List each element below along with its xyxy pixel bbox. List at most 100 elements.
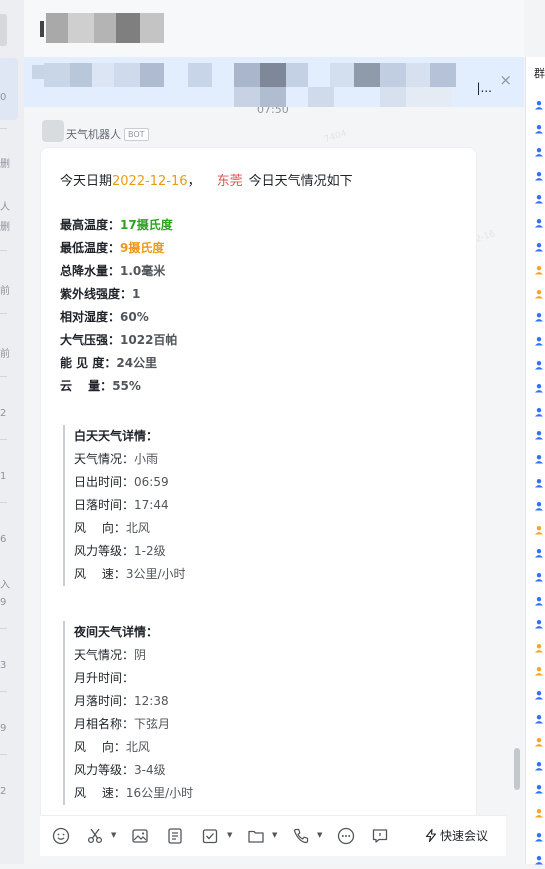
stat-label: 云 量： [60,379,113,393]
member-panel: 群 [525,57,545,865]
message-list: 2022-12-16 7404 2022-12-16 07:50 天气机器人BO… [24,107,524,864]
emoji-icon[interactable] [52,827,70,849]
night-details: 夜间天气详情： 天气情况：阴 月升时间： 月落时间：12:38 月相名称：下弦月… [63,621,445,805]
detail-row: 风 速：3公里/小时 [65,563,445,586]
message-bubble[interactable]: 今天日期2022-12-16， 东莞 今日天气情况如下 最高温度：17摄氏度 最低温… [40,147,477,829]
bot-badge: BOT [124,128,149,141]
rail-item[interactable]: 2 [0,408,10,419]
detail-row: 风力等级：1-2级 [65,540,445,563]
chevron-down-icon[interactable]: ▼ [111,831,116,839]
member-icon[interactable] [534,260,544,275]
rail-item[interactable]: 0 [0,92,10,103]
stat-row: 大气压强：1022百帕 [60,331,177,354]
detail-row: 日落时间：17:44 [65,494,445,517]
document-icon[interactable] [166,827,184,849]
more-icon[interactable] [337,827,355,849]
member-icon[interactable] [534,614,544,629]
member-icon[interactable] [534,779,544,794]
banner-more[interactable]: |... [477,81,493,95]
member-icon[interactable] [534,213,544,228]
member-icon[interactable] [534,520,544,535]
detail-value: 3-4级 [134,763,166,777]
redacted-banner [234,87,260,107]
rail-active-item[interactable] [0,58,18,120]
stat-row: 云 量：55% [60,377,177,400]
rail-item[interactable]: 1 [0,471,10,482]
chevron-down-icon[interactable]: ▼ [227,831,232,839]
redacted-banner [380,63,406,87]
close-icon[interactable]: × [499,71,512,89]
member-icon[interactable] [534,331,544,346]
member-icon[interactable] [534,95,544,110]
detail-label: 风 速： [74,567,126,581]
member-icon[interactable] [534,850,544,865]
avatar[interactable] [42,120,64,142]
redacted-title [94,13,116,43]
redacted-banner [406,63,430,87]
detail-value: 16公里/小时 [125,786,194,800]
member-icon[interactable] [534,237,544,252]
redacted-banner [430,63,456,87]
announcement-banner[interactable]: |... × [24,57,524,107]
scrollbar[interactable] [514,748,520,790]
sender-name[interactable]: 天气机器人 BOT [66,126,149,142]
chevron-down-icon[interactable]: ▼ [272,831,277,839]
rail-item[interactable]: 9 [0,723,10,734]
member-icon[interactable] [534,142,544,157]
member-icon[interactable] [534,638,544,653]
member-icon[interactable] [534,189,544,204]
redacted-banner [308,87,334,107]
rail-item[interactable]: 前 [0,345,10,360]
redacted-title [46,13,68,43]
member-icon[interactable] [534,402,544,417]
watermark: 7404 [323,128,348,146]
folder-icon[interactable] [247,827,265,849]
member-icon[interactable] [534,449,544,464]
quick-meeting-button[interactable]: 快速会议 [425,827,488,844]
member-icon[interactable] [534,803,544,818]
member-icon[interactable] [534,827,544,842]
rail-item[interactable]: 删 [0,218,10,233]
member-icon[interactable] [534,119,544,134]
member-icon[interactable] [534,378,544,393]
detail-label: 天气情况： [74,648,135,662]
rail-item[interactable]: 人 [0,198,10,213]
chevron-down-icon[interactable]: ▼ [317,831,322,839]
rail-item[interactable]: 9 [0,597,10,608]
member-icon[interactable] [534,756,544,771]
member-icon[interactable] [534,709,544,724]
image-icon[interactable] [131,827,149,849]
member-icon[interactable] [534,567,544,582]
member-icon[interactable] [534,496,544,511]
chat-bubble-icon[interactable] [371,827,389,849]
redacted-banner [114,63,140,87]
member-icon[interactable] [534,685,544,700]
redacted-title [68,13,94,43]
rail-item[interactable]: 2 [0,786,10,797]
phone-icon[interactable] [292,827,310,849]
rail-item[interactable]: 6 [0,534,10,545]
member-icon[interactable] [534,284,544,299]
member-icon[interactable] [534,661,544,676]
detail-value: 北风 [125,740,150,754]
scissors-icon[interactable] [86,827,104,849]
member-icon[interactable] [534,355,544,370]
rail-item[interactable]: 前 [0,282,10,297]
rail-item[interactable]: 3 [0,660,10,671]
member-icon[interactable] [534,166,544,181]
detail-value: 下弦月 [134,717,171,731]
member-icon[interactable] [534,425,544,440]
task-icon[interactable] [201,827,219,849]
member-icon[interactable] [534,307,544,322]
stat-label: 相对湿度： [60,310,121,324]
detail-row: 月落时间：12:38 [65,690,445,713]
rail-item[interactable]: 入 [0,576,10,591]
member-icon[interactable] [534,543,544,558]
member-icon[interactable] [534,732,544,747]
quick-meeting-label: 快速会议 [440,829,489,843]
redacted-banner [260,87,286,107]
member-icon[interactable] [534,591,544,606]
redacted-title [40,21,44,37]
rail-item[interactable]: 删 [0,155,10,170]
member-icon[interactable] [534,473,544,488]
